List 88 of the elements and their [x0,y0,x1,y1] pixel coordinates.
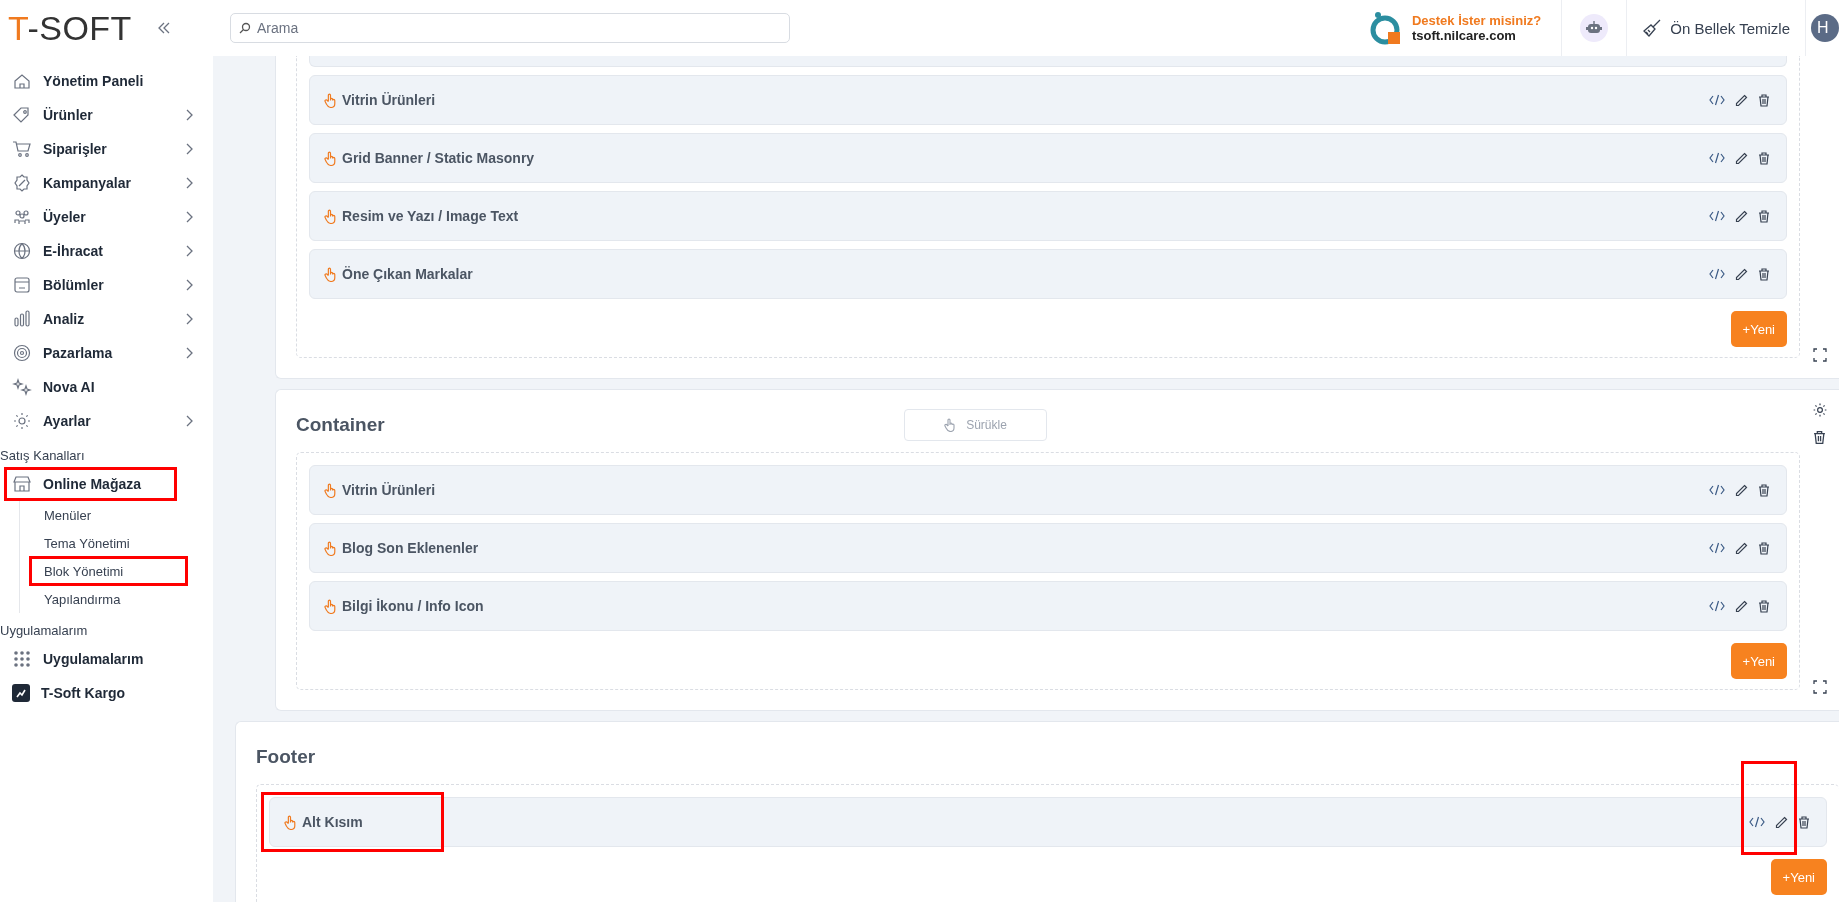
delete-icon[interactable] [1756,207,1772,225]
sidebar-subitem[interactable]: Menüler [30,501,187,529]
hand-icon [284,814,297,830]
block-name: Vitrin Ürünleri [342,482,436,498]
code-icon[interactable] [1707,150,1727,166]
delete-icon[interactable] [1756,481,1772,499]
hand-icon [324,540,337,556]
sidebar-item[interactable]: Ürünler [4,98,209,132]
discount-icon [12,173,32,193]
sidebar-item[interactable]: Bölümler [4,268,209,302]
code-icon[interactable] [1747,814,1767,830]
code-icon[interactable] [1707,208,1727,224]
block-row[interactable]: Resim ve Yazı / Image Text [309,191,1787,241]
block-name: Resim ve Yazı / Image Text [342,208,519,224]
sidebar-item[interactable]: Siparişler [4,132,209,166]
hand-icon [324,208,337,224]
hand-icon [324,266,337,282]
search-field[interactable]: Arama [230,13,790,43]
settings-icon [12,411,32,431]
store-icon [12,474,32,494]
expand-icon[interactable] [1810,678,1829,696]
hand-icon [944,418,957,432]
block-row[interactable]: Vitrin Ürünleri [309,465,1787,515]
sidebar-item[interactable]: Pazarlama [4,336,209,370]
hand-icon [324,482,337,498]
delete-icon[interactable] [1811,428,1828,447]
sidebar-item[interactable]: Yönetim Paneli [4,64,209,98]
delete-icon[interactable] [1756,149,1772,167]
sidebar-item[interactable]: T-Soft Kargo [4,676,209,710]
clear-cache-button[interactable]: Ön Bellek Temizle [1627,18,1805,38]
block-name: Grid Banner / Static Masonry [342,150,535,166]
delete-icon[interactable] [1756,539,1772,557]
block-row[interactable]: Alt Kısım [269,797,1827,847]
support-domain: tsoft.nilcare.com [1411,28,1517,43]
sidebar-item[interactable]: Üyeler [4,200,209,234]
cart-icon [12,139,32,159]
sidebar-item[interactable]: Analiz [4,302,209,336]
sidebar-item[interactable]: Ayarlar [4,404,209,438]
delete-icon[interactable] [1756,91,1772,109]
block-name: Blog Son Eklenenler [342,540,479,556]
sidebar-item[interactable]: Online Mağaza [4,467,177,501]
tag-icon [12,105,32,125]
users-icon [12,207,32,227]
expand-icon[interactable] [1810,346,1829,364]
block-row[interactable]: Grid Banner / Static Masonry [309,133,1787,183]
sidebar-section-title: Satış Kanalları [0,448,86,463]
search-icon [239,22,251,34]
hand-icon [324,150,337,166]
sidebar-item[interactable]: Uygulamalarım [4,642,209,676]
sidebar-item[interactable]: Nova AI [4,370,209,404]
avatar[interactable]: H [1811,14,1839,42]
app-icon [12,684,30,702]
block-row[interactable]: Bilgi İkonu / Info Icon [309,581,1787,631]
dots-grid-icon [12,649,32,669]
code-icon[interactable] [1707,598,1727,614]
hand-icon [324,92,337,108]
globe-icon [12,241,32,261]
target-icon [12,343,32,363]
robot-icon[interactable] [1580,14,1609,42]
search-input[interactable]: Arama [255,19,781,37]
delete-icon[interactable] [1756,597,1772,615]
delete-icon[interactable] [1796,813,1812,831]
window-icon [12,275,32,295]
block-name: Öne Çıkan Markalar [342,266,473,282]
code-icon[interactable] [1707,266,1727,282]
broom-icon [1642,18,1663,38]
delete-icon[interactable] [1756,265,1772,283]
code-icon[interactable] [1707,540,1727,556]
sidebar-subitem[interactable]: Tema Yönetimi [30,529,187,557]
block-row[interactable]: Vitrin Ürünleri [309,75,1787,125]
code-icon[interactable] [1707,92,1727,108]
block-name: Vitrin Ürünleri [342,92,436,108]
block-row[interactable]: Blog Son Eklenenler [309,523,1787,573]
sparkle-icon [12,377,32,397]
block-name: Alt Kısım [302,814,363,830]
sidebar-item[interactable]: Kampanyalar [4,166,209,200]
section-title: Container [296,414,386,436]
section-title: Footer [256,746,317,768]
bar-chart-icon [12,309,32,329]
sidebar-item[interactable]: E-İhracat [4,234,209,268]
block-name: Bilgi İkonu / Info Icon [342,598,484,614]
sidebar-subitem[interactable]: Yapılandırma [30,585,187,613]
logo: T-SOFT [8,8,132,48]
sidebar-subitem[interactable]: Blok Yönetimi [30,557,187,585]
block-row[interactable]: Öne Çıkan Markalar [309,249,1787,299]
sidebar-section-title: Uygulamalarım [0,623,89,638]
hand-icon [324,598,337,614]
code-icon[interactable] [1707,482,1727,498]
